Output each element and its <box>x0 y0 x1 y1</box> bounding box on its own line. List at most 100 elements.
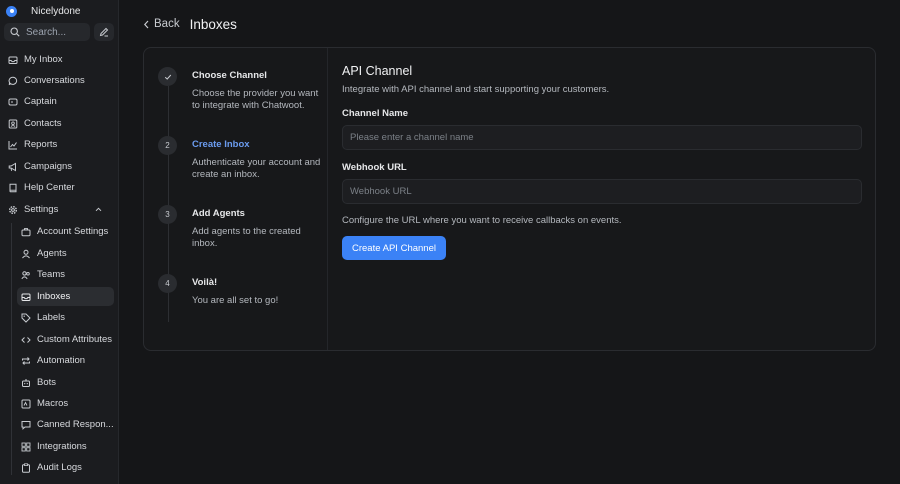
reports-icon <box>8 140 17 149</box>
megaphone-icon <box>8 162 16 171</box>
step-title: Add Agents <box>192 208 245 219</box>
nav-label: Captain <box>24 96 57 107</box>
step-number-badge: 3 <box>158 205 177 224</box>
nav-label: Teams <box>37 269 65 280</box>
webhook-help-text: Configure the URL where you want to rece… <box>342 215 622 226</box>
back-button[interactable]: Back <box>143 18 180 30</box>
clipboard-icon <box>22 462 30 473</box>
nav-label: Inboxes <box>37 291 71 302</box>
channel-name-input[interactable] <box>342 125 862 150</box>
nav-label: Audit Logs <box>37 462 82 473</box>
step-check-badge <box>158 67 177 86</box>
users-icon <box>21 270 30 279</box>
sidebar-item-labels[interactable]: Labels <box>17 308 114 327</box>
step-description: Choose the provider you want to integrat… <box>192 88 319 111</box>
back-label: Back <box>154 18 180 30</box>
briefcase-icon <box>21 227 31 236</box>
nav-contacts[interactable]: Contacts <box>4 114 114 133</box>
nav-label: Integrations <box>37 441 87 452</box>
nav-label: Contacts <box>24 118 62 129</box>
nav-label: Bots <box>37 377 57 388</box>
nav-label: Canned Respon... <box>37 419 114 430</box>
step-description: Authenticate your account and create an … <box>192 157 321 180</box>
search-placeholder: Search... <box>26 26 67 38</box>
sidebar-item-teams[interactable]: Teams <box>17 265 114 284</box>
sidebar-item-audit-logs[interactable]: Audit Logs <box>17 458 114 477</box>
sidebar-item-automation[interactable]: Automation <box>17 351 114 370</box>
nav-conversations[interactable]: Conversations <box>4 71 114 90</box>
nav-label: Help Center <box>24 182 75 193</box>
page-title: Inboxes <box>189 16 237 32</box>
webhook-url-input[interactable] <box>342 179 862 204</box>
chevron-up-icon <box>95 207 102 212</box>
sidebar-item-bots[interactable]: Bots <box>17 373 114 392</box>
user-icon <box>22 249 30 258</box>
brand[interactable]: Nicelydone <box>6 4 80 18</box>
check-icon <box>164 74 171 80</box>
step-title: Voilà! <box>192 277 218 288</box>
chat-icon <box>8 76 18 85</box>
nav-reports[interactable]: Reports <box>4 135 114 154</box>
compose-button[interactable] <box>94 23 114 41</box>
create-api-channel-button[interactable]: Create API Channel <box>342 236 446 260</box>
sidebar-item-integrations[interactable]: Integrations <box>17 437 114 456</box>
nav-campaigns[interactable]: Campaigns <box>4 157 114 176</box>
repeat-icon <box>22 356 30 365</box>
message-icon <box>21 420 31 430</box>
pencil-icon <box>99 27 109 37</box>
nav-label: Campaigns <box>24 161 73 172</box>
sidebar: Nicelydone Search... My Inbox Conversati… <box>0 0 119 484</box>
setup-steps: Choose Channel Choose the provider you w… <box>144 48 328 350</box>
nav-help-center[interactable]: Help Center <box>4 178 114 197</box>
nav-label: Custom Attributes <box>37 334 112 345</box>
inbox-tray-icon <box>21 293 31 301</box>
step-description: Add agents to the created inbox. <box>192 226 301 249</box>
nav-label: Automation <box>37 355 86 366</box>
page-header: Back Inboxes <box>143 14 237 34</box>
step-number-badge: 2 <box>158 136 177 155</box>
form-title: API Channel <box>342 64 413 78</box>
nav-label: Agents <box>37 248 67 259</box>
nav-label: Account Settings <box>37 226 109 237</box>
search-box[interactable]: Search... <box>4 23 90 41</box>
search-icon <box>10 27 20 37</box>
step-title: Choose Channel <box>192 70 267 81</box>
brand-logo-icon <box>6 5 17 17</box>
step-description: You are all set to go! <box>192 295 279 306</box>
bot-icon <box>22 378 30 387</box>
macro-icon <box>21 399 31 408</box>
step-title: Create Inbox <box>192 139 250 150</box>
chevron-left-icon <box>143 20 149 28</box>
sidebar-item-account-settings[interactable]: Account Settings <box>17 222 114 241</box>
gear-icon <box>9 205 17 214</box>
setup-card: Choose Channel Choose the provider you w… <box>143 47 876 351</box>
step-number-badge: 4 <box>158 274 177 293</box>
nav-label: Conversations <box>24 75 85 86</box>
nav-label: Labels <box>37 312 65 323</box>
form-subtitle: Integrate with API channel and start sup… <box>342 84 610 95</box>
contacts-icon <box>8 119 18 128</box>
channel-name-label: Channel Name <box>342 108 408 119</box>
book-icon <box>9 183 17 192</box>
api-channel-form: API Channel Integrate with API channel a… <box>342 64 862 260</box>
nav-label: My Inbox <box>24 54 63 65</box>
nav-label: Reports <box>24 139 58 150</box>
sidebar-item-macros[interactable]: Macros <box>17 394 114 413</box>
brand-name: Nicelydone <box>31 5 81 17</box>
webhook-url-label: Webhook URL <box>342 162 407 173</box>
nav-label: Macros <box>37 398 69 409</box>
nav-my-inbox[interactable]: My Inbox <box>4 50 114 69</box>
sidebar-item-custom-attributes[interactable]: Custom Attributes <box>17 330 114 349</box>
grid-icon <box>21 442 31 451</box>
nav-settings[interactable]: Settings <box>4 200 114 219</box>
sidebar-item-inboxes[interactable]: Inboxes <box>17 287 114 306</box>
sidebar-item-canned-responses[interactable]: Canned Respon... <box>17 415 114 434</box>
settings-tree-line <box>11 223 12 475</box>
sidebar-item-agents[interactable]: Agents <box>17 244 114 263</box>
inbox-icon <box>8 56 18 64</box>
captain-icon <box>8 98 18 105</box>
code-icon <box>21 336 31 343</box>
nav-captain[interactable]: Captain <box>4 92 114 111</box>
nav-label: Settings <box>24 204 59 215</box>
tag-icon <box>21 313 31 323</box>
